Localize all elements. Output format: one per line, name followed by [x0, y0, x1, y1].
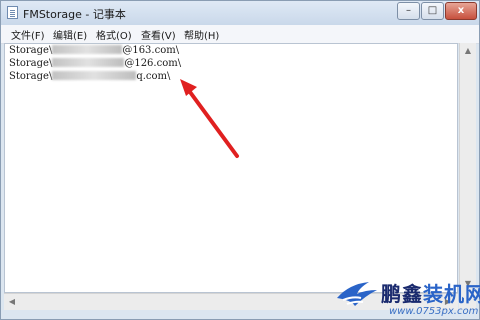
watermark-brand: 鹏鑫装机网: [381, 278, 480, 307]
maximize-button[interactable]: □: [421, 2, 444, 20]
scroll-up-icon[interactable]: ▲: [461, 44, 475, 58]
watermark-brand-part1: 鹏鑫: [381, 282, 423, 306]
notepad-icon: [7, 6, 18, 19]
redacted-text: [52, 58, 125, 67]
window-title: FMStorage - 记事本: [23, 8, 126, 21]
menu-format[interactable]: 格式(O): [96, 27, 132, 42]
menu-view[interactable]: 查看(V): [141, 27, 176, 42]
text-line: Storage\ @126.com\: [9, 58, 181, 69]
line-prefix: Storage\: [9, 71, 53, 82]
redacted-text: [52, 45, 123, 54]
text-line: Storage\ @163.com\: [9, 45, 179, 56]
menu-help[interactable]: 帮助(H): [184, 27, 219, 42]
title-bar[interactable]: FMStorage - 记事本 – □ x: [1, 1, 479, 25]
scroll-left-icon[interactable]: ◀: [5, 295, 19, 309]
menu-bar: 文件(F) 编辑(E) 格式(O) 查看(V) 帮助(H): [1, 25, 479, 44]
vertical-scrollbar[interactable]: ▲ ▼: [459, 43, 476, 293]
menu-file[interactable]: 文件(F): [11, 27, 45, 42]
watermark-brand-part2: 装机网: [423, 282, 480, 306]
line-prefix: Storage\: [9, 45, 53, 56]
line-suffix: @126.com\: [124, 58, 182, 69]
menu-edit[interactable]: 编辑(E): [53, 27, 87, 42]
watermark-url: www.0753px.com: [389, 306, 479, 317]
bird-logo-icon: [337, 282, 377, 306]
redacted-text: [52, 71, 137, 80]
site-watermark: 鹏鑫装机网 www.0753px.com: [335, 276, 480, 320]
line-suffix: q.com\: [136, 71, 171, 82]
text-line: Storage\ q.com\: [9, 71, 170, 82]
text-editor[interactable]: Storage\ @163.com\ Storage\ @126.com\ Stor…: [4, 43, 458, 293]
minimize-button[interactable]: –: [397, 2, 420, 20]
close-button[interactable]: x: [445, 2, 477, 20]
line-prefix: Storage\: [9, 58, 53, 69]
line-suffix: @163.com\: [122, 45, 180, 56]
